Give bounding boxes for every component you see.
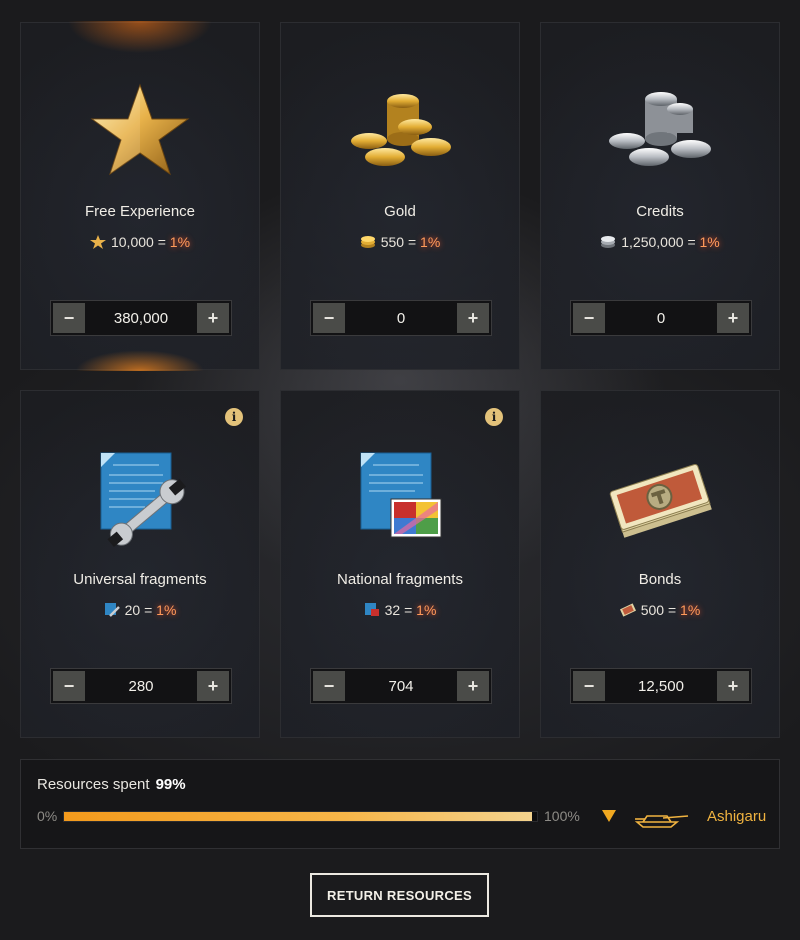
- increase-button[interactable]: +: [717, 671, 749, 701]
- increase-button[interactable]: +: [197, 671, 229, 701]
- quantity-stepper: − 12,500 +: [570, 668, 752, 704]
- exchange-rate: 550 = 1%: [281, 234, 519, 250]
- resource-card-free-experience: Free Experience 10,000 = 1% − 380,000 +: [20, 21, 260, 371]
- national-fragment-icon: [364, 603, 379, 616]
- decrease-button[interactable]: −: [53, 671, 85, 701]
- resource-card-national-fragments: i National fragments 32 = 1% − 704 +: [280, 390, 520, 738]
- quantity-value[interactable]: 0: [607, 301, 715, 335]
- decrease-button[interactable]: −: [313, 671, 345, 701]
- resources-spent-panel: Resources spent 99% 0% 100% Ashigaru: [20, 759, 780, 849]
- card-title: Bonds: [638, 571, 682, 588]
- exchange-rate: 1,250,000 = 1%: [541, 234, 779, 250]
- increase-button[interactable]: +: [457, 303, 489, 333]
- progress-bar: [63, 811, 538, 822]
- quantity-stepper: − 0 +: [310, 300, 492, 336]
- quantity-value[interactable]: 380,000: [87, 301, 195, 335]
- quantity-value[interactable]: 704: [347, 669, 455, 703]
- quantity-stepper: − 0 +: [570, 300, 752, 336]
- quantity-value[interactable]: 280: [87, 669, 195, 703]
- progress-max-label: 100%: [544, 808, 580, 824]
- tank-icon: [634, 815, 689, 828]
- progress-bar-fill: [64, 812, 533, 821]
- caret-down-icon: [602, 810, 616, 822]
- card-title: Free Experience: [84, 203, 196, 220]
- quantity-stepper: − 380,000 +: [50, 300, 232, 336]
- credits-coins-icon: [609, 92, 711, 166]
- exchange-rate: 500 = 1%: [541, 602, 779, 618]
- gold-coins-icon: [351, 94, 451, 166]
- info-icon[interactable]: i: [225, 408, 243, 426]
- national-fragments-icon: [360, 452, 442, 538]
- decrease-button[interactable]: −: [573, 671, 605, 701]
- quantity-stepper: − 280 +: [50, 668, 232, 704]
- decrease-button[interactable]: −: [573, 303, 605, 333]
- exchange-rate: 10,000 = 1%: [21, 234, 259, 250]
- increase-button[interactable]: +: [197, 303, 229, 333]
- resource-card-bonds: Bonds 500 = 1% − 12,500 +: [540, 390, 780, 738]
- resource-card-credits: Credits 1,250,000 = 1% − 0 +: [540, 22, 780, 370]
- card-title: Credits: [636, 203, 684, 220]
- card-title: National fragments: [337, 571, 463, 588]
- info-icon[interactable]: i: [485, 408, 503, 426]
- bonds-icon: [609, 463, 712, 538]
- return-resources-button[interactable]: RETURN RESOURCES: [310, 873, 489, 917]
- exchange-rate: 20 = 1%: [21, 602, 259, 618]
- resource-card-universal-fragments: i Universal fragments 20 = 1% − 280 +: [20, 390, 260, 738]
- resource-card-gold: Gold 550 = 1% − 0 +: [280, 22, 520, 370]
- card-title: Gold: [384, 203, 416, 220]
- quantity-value[interactable]: 0: [347, 301, 455, 335]
- gold-coin-icon: [360, 236, 375, 248]
- card-title: Universal fragments: [73, 571, 207, 588]
- star-icon: [89, 235, 106, 249]
- resources-spent-label: Resources spent 99%: [37, 776, 186, 793]
- credits-coin-icon: [601, 236, 616, 248]
- decrease-button[interactable]: −: [53, 303, 85, 333]
- quantity-stepper: − 704 +: [310, 668, 492, 704]
- resources-spent-value: 99%: [155, 776, 186, 793]
- increase-button[interactable]: +: [457, 671, 489, 701]
- tank-name[interactable]: Ashigaru: [707, 808, 766, 825]
- universal-fragment-icon: [104, 603, 120, 617]
- exchange-rate: 32 = 1%: [281, 602, 519, 618]
- universal-fragments-icon: [100, 452, 186, 547]
- increase-button[interactable]: +: [717, 303, 749, 333]
- decrease-button[interactable]: −: [313, 303, 345, 333]
- bond-icon: [619, 603, 636, 617]
- star-icon: [90, 83, 190, 176]
- quantity-value[interactable]: 12,500: [607, 669, 715, 703]
- progress-min-label: 0%: [37, 808, 58, 824]
